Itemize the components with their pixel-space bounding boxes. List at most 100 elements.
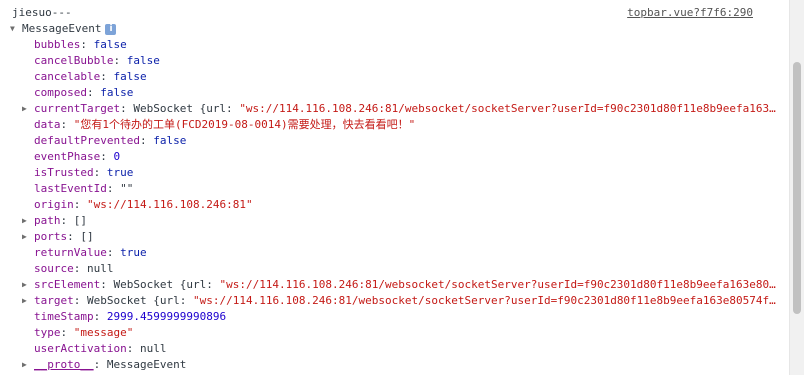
property-key: origin [34, 198, 74, 211]
property-row-cancelbubble: cancelBubble: false [34, 53, 160, 69]
property-value: null [87, 262, 114, 275]
property-separator: : [106, 182, 121, 195]
property-separator: : [73, 294, 87, 307]
property-row-source: source: null [34, 261, 114, 277]
property-value: "ws://114.116.108.246:81/websocket/socke… [239, 102, 776, 115]
property-key: isTrusted [34, 166, 94, 179]
triangle-down-icon[interactable]: ▼ [10, 21, 22, 37]
property-row-ports[interactable]: ▶ ports: [] [22, 229, 94, 245]
property-value: "ws://114.116.108.246:81" [87, 198, 253, 211]
property-value: false [100, 86, 134, 99]
property-value: true [120, 246, 147, 259]
property-key: type [34, 326, 61, 339]
property-separator: : [60, 326, 74, 339]
triangle-right-icon[interactable]: ▶ [22, 357, 34, 373]
triangle-right-icon[interactable]: ▶ [22, 213, 34, 229]
triangle-right-icon[interactable]: ▶ [22, 229, 34, 245]
property-key: currentTarget [34, 102, 121, 115]
property-row-origin: origin: "ws://114.116.108.246:81" [34, 197, 253, 213]
object-summary-row[interactable]: ▼ MessageEvent i [10, 21, 117, 37]
property-key: __proto__ [34, 358, 94, 371]
property-value: false [93, 38, 127, 51]
property-key: srcElement [34, 278, 101, 291]
property-value-prefix: WebSocket {url: [87, 294, 193, 307]
property-value: "" [120, 182, 134, 195]
log-message-text: jiesuo--- [12, 5, 72, 21]
property-row-useractivation: userActivation: null [34, 341, 166, 357]
object-name: MessageEvent [22, 22, 102, 35]
vertical-scrollbar[interactable] [789, 0, 804, 375]
property-separator: : [93, 166, 107, 179]
triangle-right-icon[interactable]: ▶ [22, 101, 34, 117]
property-value-prefix: WebSocket {url: [113, 278, 220, 291]
property-row-returnvalue: returnValue: true [34, 245, 147, 261]
property-key: eventPhase [34, 150, 101, 163]
console-panel: jiesuo--- topbar.vue?f7f6:290 ▼ MessageEv… [0, 0, 790, 375]
property-value: 0 [113, 150, 121, 163]
property-key: source [34, 262, 74, 275]
triangle-right-icon[interactable]: ▶ [22, 277, 34, 293]
property-separator: : [60, 118, 74, 131]
scrollbar-thumb[interactable] [793, 62, 801, 314]
property-row-eventphase: eventPhase: 0 [34, 149, 120, 165]
property-row-timestamp: timeStamp: 2999.4599999990896 [34, 309, 226, 325]
property-key: ports [34, 230, 68, 243]
property-row-cancelable: cancelable: false [34, 69, 147, 85]
property-value: false [126, 54, 160, 67]
source-link[interactable]: topbar.vue?f7f6:290 [627, 5, 753, 21]
property-row-composed: composed: false [34, 85, 133, 101]
property-separator: : [120, 102, 134, 115]
property-separator: : [73, 198, 87, 211]
property-key: target [34, 294, 74, 307]
property-row-proto[interactable]: ▶ __proto__: MessageEvent [22, 357, 186, 373]
property-key: cancelBubble [34, 54, 114, 67]
property-row-path[interactable]: ▶ path: [] [22, 213, 87, 229]
property-row-target[interactable]: ▶ target: WebSocket {url: "ws://114.116.1… [22, 293, 776, 309]
property-separator: : [73, 262, 87, 275]
property-key: lastEventId [34, 182, 107, 195]
property-row-istrusted: isTrusted: true [34, 165, 133, 181]
property-key: defaultPrevented [34, 134, 140, 147]
property-value: "message" [73, 326, 134, 339]
property-value: false [153, 134, 187, 147]
property-value: [] [73, 214, 87, 227]
property-key: data [34, 118, 61, 131]
property-separator: : [93, 310, 107, 323]
property-key: timeStamp [34, 310, 94, 323]
property-value: [] [80, 230, 94, 243]
property-key: cancelable [34, 70, 101, 83]
property-separator: : [100, 70, 114, 83]
property-value: 2999.4599999990896 [106, 310, 227, 323]
property-row-currenttarget[interactable]: ▶ currentTarget: WebSocket {url: "ws://11… [22, 101, 776, 117]
property-key: returnValue [34, 246, 107, 259]
property-value: false [113, 70, 147, 83]
property-value: MessageEvent [106, 358, 187, 371]
property-row-bubbles: bubbles: false [34, 37, 127, 53]
property-separator: : [139, 134, 154, 147]
property-row-defaultprevented: defaultPrevented: false [34, 133, 186, 149]
property-separator: : [106, 246, 121, 259]
info-icon[interactable]: i [105, 23, 117, 35]
property-row-type: type: "message" [34, 325, 133, 341]
property-separator: : [60, 214, 74, 227]
property-row-srcelement[interactable]: ▶ srcElement: WebSocket {url: "ws://114.1… [22, 277, 776, 293]
property-separator: : [86, 86, 101, 99]
property-separator: : [113, 54, 127, 67]
property-value: true [106, 166, 134, 179]
property-value: "您有1个待办的工单(FCD2019-08-0014)需要处理，快去看看吧！" [73, 118, 416, 131]
property-separator: : [93, 358, 107, 371]
property-separator: : [126, 342, 140, 355]
property-value: null [139, 342, 167, 355]
property-key: bubbles [34, 38, 81, 51]
property-separator: : [100, 278, 114, 291]
property-separator: : [67, 230, 81, 243]
property-separator: : [100, 150, 114, 163]
property-key: composed [34, 86, 87, 99]
property-separator: : [80, 38, 94, 51]
property-key: path [34, 214, 61, 227]
property-value-prefix: WebSocket {url: [133, 102, 240, 115]
property-row-lasteventid: lastEventId: "" [34, 181, 133, 197]
property-value: "ws://114.116.108.246:81/websocket/socke… [192, 294, 776, 307]
log-header-text: jiesuo--- [12, 6, 72, 19]
triangle-right-icon[interactable]: ▶ [22, 293, 34, 309]
